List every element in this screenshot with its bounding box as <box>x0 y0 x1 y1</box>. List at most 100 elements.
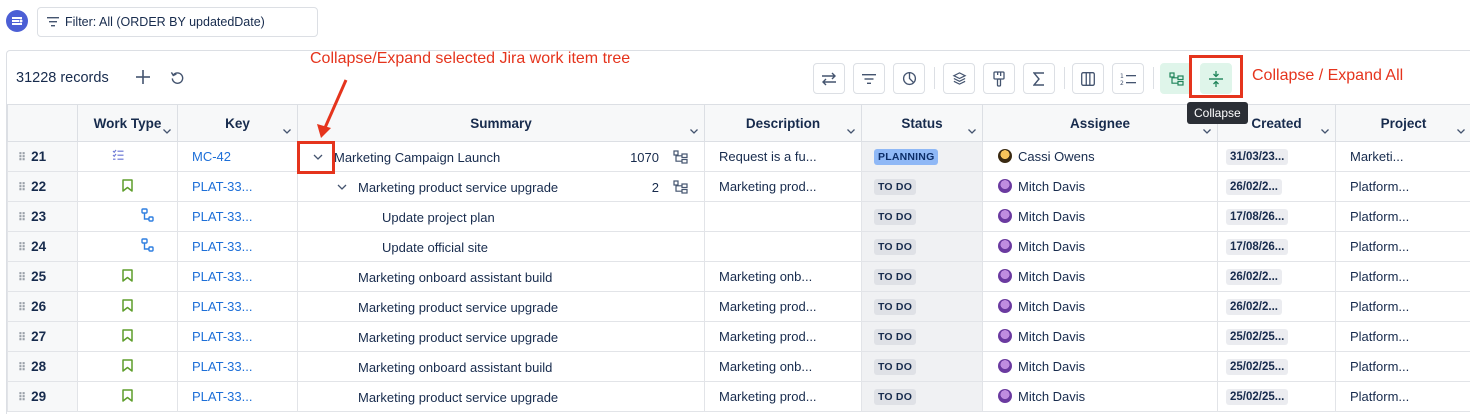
column-header-project[interactable]: Project <box>1335 104 1470 142</box>
key-link[interactable]: PLAT-33... <box>177 201 298 232</box>
assignee-cell[interactable]: Mitch Davis <box>982 201 1218 232</box>
summary-cell[interactable]: Marketing product service upgrade <box>297 291 705 322</box>
status-cell[interactable]: TO DO <box>861 261 983 292</box>
created-date: 25/02/25... <box>1226 389 1289 405</box>
description-cell[interactable]: Marketing onb... <box>704 261 862 292</box>
table-header-row: Work Type Key Summary Description Status… <box>7 104 1470 142</box>
description-cell[interactable]: Marketing prod... <box>704 291 862 322</box>
assignee-cell[interactable]: Mitch Davis <box>982 261 1218 292</box>
drag-handle-icon[interactable]: ⠿ <box>18 301 26 314</box>
table-row[interactable]: ⠿ 21 MC-42 Marketing Campaign Launch 1070 Req… <box>7 141 1470 172</box>
chevron-down-icon[interactable] <box>847 122 855 137</box>
assignee-cell[interactable]: Mitch Davis <box>982 321 1218 352</box>
drag-handle-icon[interactable]: ⠿ <box>18 211 26 224</box>
filter-select[interactable]: Filter: All (ORDER BY updatedDate) <box>37 7 318 37</box>
assignee-cell[interactable]: Mitch Davis <box>982 171 1218 202</box>
summary-cell[interactable]: Marketing product service upgrade 2 <box>297 171 705 202</box>
drag-handle-icon[interactable]: ⠿ <box>18 271 26 284</box>
description-cell[interactable]: Marketing prod... <box>704 321 862 352</box>
table-row[interactable]: ⠿ 22 PLAT-33... Marketing product service u… <box>7 171 1470 202</box>
column-header-status[interactable]: Status <box>861 104 983 142</box>
status-cell[interactable]: TO DO <box>861 231 983 262</box>
status-cell[interactable]: PLANNING <box>861 141 983 172</box>
column-header-assignee[interactable]: Assignee <box>982 104 1218 142</box>
chevron-down-icon[interactable] <box>334 184 350 190</box>
assignee-cell[interactable]: Mitch Davis <box>982 231 1218 262</box>
chevron-down-icon[interactable] <box>1457 122 1465 137</box>
filter-button[interactable] <box>853 63 885 94</box>
layers-button[interactable] <box>943 63 975 94</box>
drag-handle-icon[interactable]: ⠿ <box>18 151 26 164</box>
key-link[interactable]: PLAT-33... <box>177 321 298 352</box>
table-row[interactable]: ⠿ 25 PLAT-33... Marketing onboard assistant… <box>7 261 1470 292</box>
chart-button[interactable] <box>893 63 925 94</box>
paint-button[interactable] <box>983 63 1015 94</box>
summary-cell[interactable]: Marketing onboard assistant build <box>297 261 705 292</box>
chevron-down-icon[interactable] <box>1321 122 1329 137</box>
tree-view-button[interactable] <box>1160 63 1192 94</box>
drag-handle-icon[interactable]: ⠿ <box>18 361 26 374</box>
table-row[interactable]: ⠿ 26 PLAT-33... Marketing product service u… <box>7 291 1470 322</box>
assignee-cell[interactable]: Mitch Davis <box>982 381 1218 412</box>
drag-handle-icon[interactable]: ⠿ <box>18 181 26 194</box>
app-logo-icon[interactable] <box>6 10 28 32</box>
summary-cell[interactable]: Marketing product service upgrade <box>297 381 705 412</box>
status-cell[interactable]: TO DO <box>861 321 983 352</box>
sum-button[interactable] <box>1023 63 1055 94</box>
key-link[interactable]: PLAT-33... <box>177 261 298 292</box>
column-header-description[interactable]: Description <box>704 104 862 142</box>
numbering-button[interactable]: 12 <box>1112 63 1144 94</box>
key-link[interactable]: PLAT-33... <box>177 171 298 202</box>
assignee-cell[interactable]: Cassi Owens <box>982 141 1218 172</box>
key-link[interactable]: PLAT-33... <box>177 351 298 382</box>
key-link[interactable]: MC-42 <box>177 141 298 172</box>
drag-handle-icon[interactable]: ⠿ <box>18 391 26 404</box>
avatar <box>998 389 1012 403</box>
summary-cell[interactable]: Marketing onboard assistant build <box>297 351 705 382</box>
summary-cell[interactable]: Update official site <box>297 231 705 262</box>
chevron-down-icon[interactable] <box>690 122 698 137</box>
key-link[interactable]: PLAT-33... <box>177 291 298 322</box>
description-cell[interactable] <box>704 231 862 262</box>
description-cell[interactable]: Marketing onb... <box>704 351 862 382</box>
description-cell[interactable]: Marketing prod... <box>704 171 862 202</box>
table-row[interactable]: ⠿ 28 PLAT-33... Marketing onboard assistant… <box>7 351 1470 382</box>
chevron-down-icon[interactable] <box>163 122 171 137</box>
column-header-work-type[interactable]: Work Type <box>77 104 178 142</box>
column-header-key[interactable]: Key <box>177 104 298 142</box>
columns-button[interactable] <box>1072 63 1104 94</box>
description-cell[interactable]: Marketing prod... <box>704 381 862 412</box>
chevron-down-icon[interactable] <box>1203 122 1211 137</box>
status-cell[interactable]: TO DO <box>861 351 983 382</box>
assignee-cell[interactable]: Mitch Davis <box>982 291 1218 322</box>
table-row[interactable]: ⠿ 23 PLAT-33... Update project plan TO DO Mit… <box>7 201 1470 232</box>
table-row[interactable]: ⠿ 27 PLAT-33... Marketing product service u… <box>7 321 1470 352</box>
assignee-cell[interactable]: Mitch Davis <box>982 351 1218 382</box>
table-row[interactable]: ⠿ 24 PLAT-33... Update official site TO DO Mi… <box>7 231 1470 262</box>
chevron-down-icon[interactable] <box>283 122 291 137</box>
drag-handle-icon[interactable]: ⠿ <box>18 331 26 344</box>
status-cell[interactable]: TO DO <box>861 171 983 202</box>
drag-handle-icon[interactable]: ⠿ <box>18 241 26 254</box>
status-cell[interactable]: TO DO <box>861 201 983 232</box>
table-row[interactable]: ⠿ 29 PLAT-33... Marketing product service u… <box>7 381 1470 412</box>
child-count[interactable]: 1070 <box>630 143 688 171</box>
key-link[interactable]: PLAT-33... <box>177 231 298 262</box>
plus-icon <box>136 70 150 84</box>
add-record-button[interactable] <box>133 67 153 87</box>
summary-cell[interactable]: Marketing Campaign Launch 1070 <box>297 141 705 172</box>
child-count[interactable]: 2 <box>652 173 688 201</box>
summary-cell[interactable]: Update project plan <box>297 201 705 232</box>
chevron-down-icon[interactable] <box>968 122 976 137</box>
description-cell[interactable] <box>704 201 862 232</box>
column-header-summary[interactable]: Summary <box>297 104 705 142</box>
status-cell[interactable]: TO DO <box>861 381 983 412</box>
status-cell[interactable]: TO DO <box>861 291 983 322</box>
created-date: 25/02/25... <box>1226 329 1289 345</box>
description-cell[interactable]: Request is a fu... <box>704 141 862 172</box>
refresh-button[interactable] <box>167 67 187 87</box>
key-link[interactable]: PLAT-33... <box>177 381 298 412</box>
summary-cell[interactable]: Marketing product service upgrade <box>297 321 705 352</box>
swap-button[interactable] <box>813 63 845 94</box>
summary-text: Marketing product service upgrade <box>358 299 559 315</box>
